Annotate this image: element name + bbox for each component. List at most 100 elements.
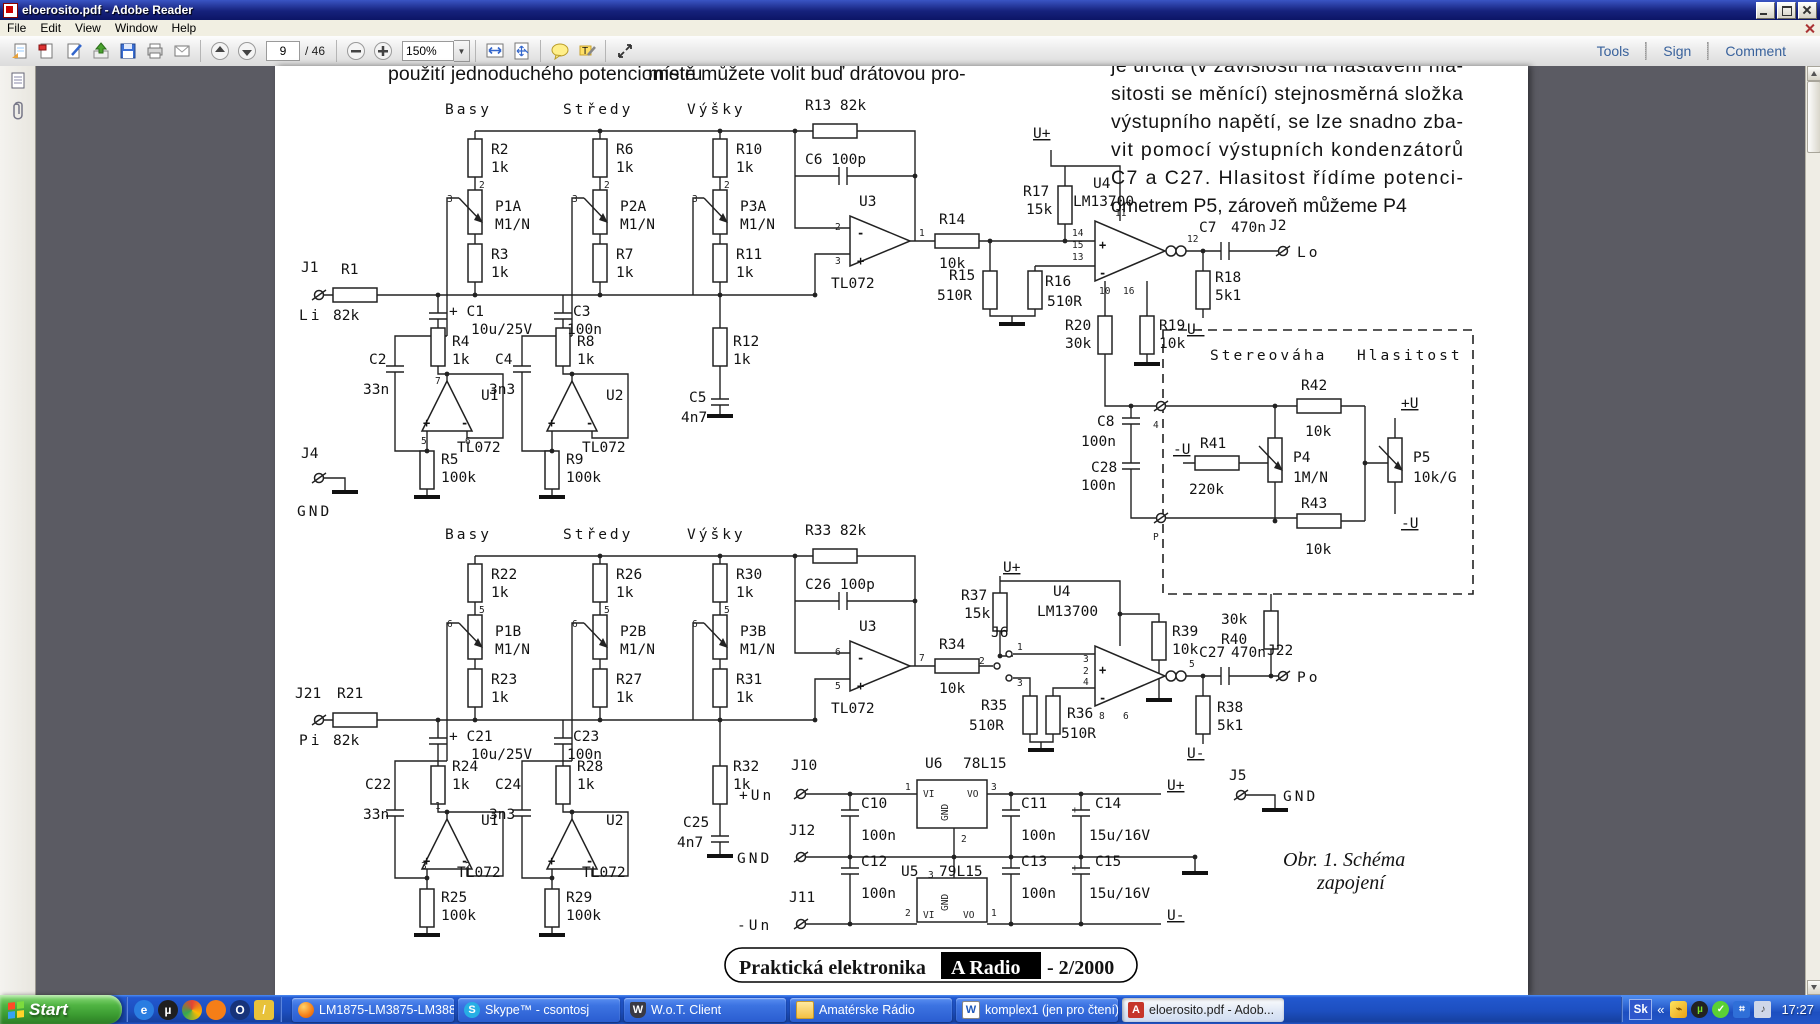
schematic-label: 4 [1083, 677, 1089, 688]
schematic-label: R18 [1215, 270, 1241, 286]
schematic-label: R37 [961, 588, 987, 604]
scroll-up-icon[interactable] [1807, 66, 1820, 81]
scrollbar-thumb[interactable] [1807, 81, 1820, 153]
share-upload-icon[interactable] [87, 37, 114, 65]
tray-chevron-icon[interactable]: « [1657, 1002, 1664, 1017]
menu-file[interactable]: File [0, 20, 33, 36]
toolbar-link-comment[interactable]: Comment [1709, 43, 1802, 59]
vertical-scrollbar[interactable] [1805, 66, 1820, 995]
page-number-input[interactable]: 9 [266, 41, 300, 61]
schematic-label: 6 [1123, 711, 1129, 722]
schematic-label: 15k [964, 606, 990, 622]
restore-button[interactable] [1777, 1, 1796, 19]
schematic-label: R2 [491, 142, 508, 158]
schematic-label: 7 [919, 653, 925, 664]
zoom-in-icon[interactable] [369, 37, 396, 65]
schematic-label: - [1099, 266, 1106, 280]
attachments-icon[interactable] [0, 96, 35, 126]
utorrent-tray-icon[interactable]: µ [1691, 1001, 1709, 1018]
volume-tray-icon[interactable]: ♪ [1754, 1001, 1772, 1018]
save-icon[interactable] [114, 37, 141, 65]
previous-page-icon[interactable] [206, 37, 233, 65]
language-indicator[interactable]: Sk [1629, 999, 1653, 1020]
taskbar-button-folder[interactable]: Amatérske Rádio [790, 997, 952, 1022]
start-label: Start [29, 999, 68, 1019]
zoom-out-icon[interactable] [342, 37, 369, 65]
schematic-label: 6 [835, 647, 841, 658]
pencil-quicklaunch-icon[interactable]: / [254, 999, 274, 1020]
start-button[interactable]: Start [0, 995, 122, 1024]
firefox-quicklaunch-icon[interactable] [206, 999, 226, 1020]
schematic-label: R28 [577, 759, 603, 775]
schematic-label: P5 [1413, 450, 1430, 466]
menu-window[interactable]: Window [108, 20, 165, 36]
close-button[interactable] [1798, 1, 1817, 19]
schematic-label: U2 [606, 813, 623, 829]
skypeol-tray-icon[interactable]: ✓ [1712, 1001, 1730, 1018]
highlight-text-icon[interactable]: T [573, 37, 600, 65]
schematic-label: 1k [616, 585, 634, 601]
menu-view[interactable]: View [68, 20, 108, 36]
schematic-label: 2 [479, 180, 485, 191]
schematic-label: R38 [1217, 700, 1243, 716]
network-tray-icon[interactable]: ⌗ [1733, 1001, 1751, 1018]
schematic-label: R34 [939, 637, 965, 653]
taskbar-button-firefox[interactable]: LM1875-LM3875-LM3886... [292, 997, 454, 1022]
schematic-label: R12 [733, 334, 759, 350]
fit-width-icon[interactable] [481, 37, 508, 65]
schematic-label: C10 [861, 796, 887, 812]
toolbar-link-sign[interactable]: Sign [1647, 43, 1707, 59]
email-icon[interactable] [168, 37, 195, 65]
schematic-label: Hlasitost [1357, 348, 1463, 364]
menu-help[interactable]: Help [165, 20, 204, 36]
paragraph-line: vit pomocí výstupních kondenzátorů [1111, 139, 1463, 161]
taskbar-clock: 17:27 [1781, 1002, 1814, 1017]
port-balance-top [1153, 400, 1169, 412]
schematic-label: + [1072, 805, 1078, 816]
schematic-label: J2 [1269, 218, 1286, 234]
winamp-tray-icon[interactable]: ⌁ [1670, 1001, 1688, 1018]
schematic-label: R19 [1159, 318, 1185, 334]
schematic-label: P3A [740, 199, 766, 215]
schematic-label: 1k [736, 690, 754, 706]
opera-quicklaunch-icon[interactable]: O [230, 999, 250, 1020]
schematic-label: 10k [1305, 542, 1331, 558]
schematic-label: 4n7 [677, 835, 703, 851]
print-icon[interactable] [141, 37, 168, 65]
title-bar[interactable]: eloerosito.pdf - Adobe Reader [0, 0, 1820, 20]
next-page-icon[interactable] [233, 37, 260, 65]
page-thumbnails-icon[interactable] [0, 66, 35, 96]
fit-page-icon[interactable] [508, 37, 535, 65]
schematic-label: U5 [901, 864, 918, 880]
paragraph-line: ometrem P5, zároveň můžeme P4 [1111, 195, 1407, 217]
document-area: Basy Středy Výšky R2 1k 3 2 P1A M1/N R3 1k R6 1k 3 2 P2… [0, 66, 1820, 995]
minimize-button[interactable] [1756, 1, 1775, 19]
taskbar-button-wot[interactable]: W W.o.T. Client [624, 997, 786, 1022]
utorrent-quicklaunch-icon[interactable]: µ [158, 999, 178, 1020]
schematic-label: U4 [1053, 584, 1071, 600]
schematic-label: 1k [577, 352, 595, 368]
fullscreen-icon[interactable] [611, 37, 638, 65]
zoom-dropdown-icon[interactable]: ▼ [454, 40, 471, 62]
ie-quicklaunch-icon[interactable]: e [134, 999, 154, 1020]
scroll-down-icon[interactable] [1807, 980, 1820, 995]
save-as-icon[interactable] [33, 37, 60, 65]
taskbar-button-acrobat[interactable]: Aeloerosito.pdf - Adob... [1122, 997, 1284, 1022]
toolbar-link-tools[interactable]: Tools [1581, 43, 1646, 59]
taskbar: Start eµO/ LM1875-LM3875-LM3886...SSkype… [0, 995, 1820, 1024]
taskbar-button-label: eloerosito.pdf - Adob... [1149, 1002, 1275, 1017]
schematic-label: R41 [1200, 436, 1226, 452]
schematic-label: 1 [991, 908, 997, 919]
comment-bubble-icon[interactable] [546, 37, 573, 65]
menu-edit[interactable]: Edit [33, 20, 68, 36]
chrome-quicklaunch-icon[interactable] [182, 999, 202, 1020]
schematic-label: 2 [961, 834, 967, 845]
document-close-icon[interactable] [1803, 22, 1817, 35]
pdf-page[interactable]: Basy Středy Výšky R2 1k 3 2 P1A M1/N R3 1k R6 1k 3 2 P2… [275, 66, 1528, 995]
taskbar-button-word[interactable]: Wkomplex1 (jen pro čtení) ... [956, 997, 1118, 1022]
taskbar-button-skype[interactable]: S Skype™ - csontosj [458, 997, 620, 1022]
open-icon[interactable] [6, 37, 33, 65]
sign-pen-icon[interactable] [60, 37, 87, 65]
zoom-level-input[interactable]: 150% [402, 41, 455, 61]
page-column-text: použití jednoduchého potenciometrumístě … [388, 66, 966, 85]
